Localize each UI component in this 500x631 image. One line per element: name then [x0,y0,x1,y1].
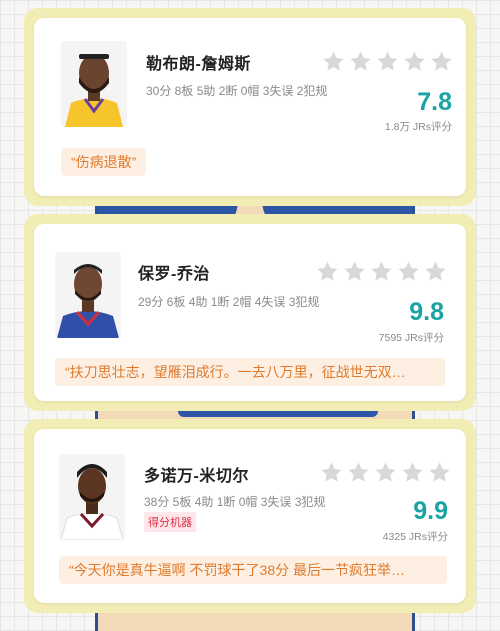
player-score: 9.8 [409,298,444,326]
player-stats: 38分 5板 4助 1断 0帽 3失误 3犯规 [144,495,326,509]
star-icon[interactable] [430,50,453,73]
star-icon[interactable] [401,461,424,484]
star-icon[interactable] [397,260,420,283]
player-card-frame: 勒布朗-詹姆斯 30分 8板 5助 2断 0帽 3失误 2犯规 7.8 1.8万… [24,8,476,206]
top-comment[interactable]: “伤病退散” [61,148,147,176]
player-card[interactable]: 勒布朗-詹姆斯 30分 8板 5助 2断 0帽 3失误 2犯规 7.8 1.8万… [34,18,466,196]
player-tag-badge: 得分机器 [144,512,196,532]
rating-stars[interactable] [320,461,451,484]
player-avatar[interactable] [61,41,127,127]
player-score: 7.8 [417,88,452,116]
player-avatar[interactable] [59,454,125,540]
top-comment[interactable]: “扶刀思壮志，望雁泪成行。一去八万里，征战世无双… [55,358,445,386]
player-stats: 29分 6板 4助 1断 2帽 4失误 3犯规 [138,295,320,309]
star-icon[interactable] [316,260,339,283]
rating-count: 1.8万 JRs评分 [384,121,452,133]
player-card[interactable]: 保罗-乔治 29分 6板 4助 1断 2帽 4失误 3犯规 9.8 7595 J… [34,224,466,401]
player-card[interactable]: 多诺万-米切尔 38分 5板 4助 1断 0帽 3失误 3犯规 得分机器 9.9… [34,429,466,603]
player-name[interactable]: 勒布朗-詹姆斯 [146,50,251,74]
rating-stars[interactable] [316,260,447,283]
player-card-frame: 保罗-乔治 29分 6板 4助 1断 2帽 4失误 3犯规 9.8 7595 J… [24,214,476,411]
player-card-frame: 多诺万-米切尔 38分 5板 4助 1断 0帽 3失误 3犯规 得分机器 9.9… [24,419,476,613]
rating-count: 7595 JRs评分 [378,332,444,344]
player-avatar[interactable] [55,252,121,338]
star-icon[interactable] [349,50,372,73]
player-stats: 30分 8板 5助 2断 0帽 3失误 2犯规 [146,84,328,98]
player-name[interactable]: 保罗-乔治 [138,260,210,284]
star-icon[interactable] [374,461,397,484]
star-icon[interactable] [370,260,393,283]
star-icon[interactable] [403,50,426,73]
star-icon[interactable] [376,50,399,73]
rating-count: 4325 JRs评分 [382,531,448,543]
star-icon[interactable] [424,260,447,283]
star-icon[interactable] [428,461,451,484]
top-comment[interactable]: “今天你是真牛逼啊 不罚球干了38分 最后一节疯狂举… [59,556,447,584]
player-score: 9.9 [413,497,448,525]
star-icon[interactable] [347,461,370,484]
star-icon[interactable] [343,260,366,283]
star-icon[interactable] [322,50,345,73]
rating-stars[interactable] [322,50,453,73]
star-icon[interactable] [320,461,343,484]
player-name[interactable]: 多诺万-米切尔 [144,462,249,486]
